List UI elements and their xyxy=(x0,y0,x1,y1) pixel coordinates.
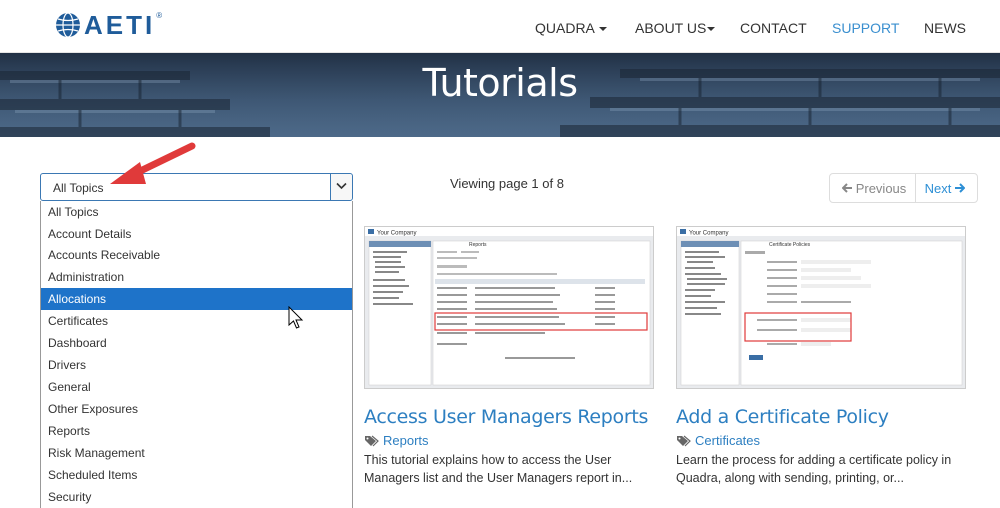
nav-contact[interactable]: CONTACT xyxy=(740,20,807,36)
aeti-logo[interactable]: AETI ® xyxy=(55,10,162,40)
topic-option[interactable]: Risk Management xyxy=(41,442,352,464)
pagination: Previous Next xyxy=(829,173,978,203)
thumb-heading: Reports xyxy=(469,242,487,248)
tutorial-tag[interactable]: Reports xyxy=(364,433,429,448)
next-button[interactable]: Next xyxy=(916,174,977,202)
bar-chart-icon xyxy=(368,229,374,234)
topic-option[interactable]: Accounts Receivable xyxy=(41,244,352,266)
thumb-app-name: Your Company xyxy=(689,231,728,237)
red-annotation-arrow-icon xyxy=(110,142,196,184)
next-label: Next xyxy=(924,180,952,196)
topic-select-value: All Topics xyxy=(53,181,104,195)
topic-option[interactable]: Scheduled Items xyxy=(41,464,352,486)
certificate-screenshot-thumbnail: Your Company Certificate Policies xyxy=(677,227,965,388)
nav-quadra[interactable]: QUADRA xyxy=(535,20,607,36)
topic-option[interactable]: Certificates xyxy=(41,310,352,332)
nav-about-us-label: ABOUT US xyxy=(635,20,707,36)
nav-news[interactable]: NEWS xyxy=(924,20,966,36)
logo-text: AETI xyxy=(84,9,156,40)
topic-dropdown-list: All Topics Account Details Accounts Rece… xyxy=(40,201,353,508)
logo-registered-mark: ® xyxy=(156,10,163,20)
topic-option[interactable]: Administration xyxy=(41,266,352,288)
topic-option-highlighted[interactable]: Allocations xyxy=(41,288,352,310)
topic-option[interactable]: General xyxy=(41,376,352,398)
tags-icon xyxy=(677,435,691,446)
tutorial-thumbnail[interactable]: Your Company Reports xyxy=(364,226,654,389)
topic-option[interactable]: Reports xyxy=(41,420,352,442)
tutorial-description: This tutorial explains how to access the… xyxy=(364,453,633,485)
select-toggle-button[interactable] xyxy=(330,174,352,200)
globe-icon xyxy=(56,12,80,38)
reports-screenshot-thumbnail: Your Company Reports xyxy=(365,227,653,388)
tutorial-tag-label: Certificates xyxy=(695,433,761,448)
topic-option[interactable]: Dashboard xyxy=(41,332,352,354)
hero-banner: Tutorials xyxy=(0,53,1000,137)
tags-icon xyxy=(365,435,379,446)
thumb-heading: Certificate Policies xyxy=(769,242,811,248)
tutorial-tag[interactable]: Certificates xyxy=(676,433,760,448)
page-title: Tutorials xyxy=(422,61,579,105)
topic-option[interactable]: Other Exposures xyxy=(41,398,352,420)
mouse-pointer-icon xyxy=(288,306,304,329)
topic-option[interactable]: Account Details xyxy=(41,223,352,245)
topic-option[interactable]: Drivers xyxy=(41,354,352,376)
previous-button[interactable]: Previous xyxy=(830,174,916,202)
caret-down-icon xyxy=(598,27,607,32)
topic-option[interactable]: All Topics xyxy=(41,201,352,223)
previous-label: Previous xyxy=(855,180,907,196)
arrow-right-icon xyxy=(955,183,966,193)
site-header: AETI ® QUADRA ABOUT US CONTACT SUPPORT N… xyxy=(0,0,1000,53)
tutorial-title-link[interactable]: Access User Managers Reports xyxy=(364,406,648,428)
tutorial-title-link[interactable]: Add a Certificate Policy xyxy=(676,406,889,428)
thumb-app-name: Your Company xyxy=(377,231,416,237)
chevron-down-icon xyxy=(336,182,347,190)
nav-support[interactable]: SUPPORT xyxy=(832,20,899,36)
arrow-left-icon xyxy=(841,183,852,193)
bar-chart-icon xyxy=(680,229,686,234)
page-indicator: Viewing page 1 of 8 xyxy=(450,176,564,191)
tutorial-description: Learn the process for adding a certifica… xyxy=(676,453,952,485)
tutorial-tag-label: Reports xyxy=(383,433,429,448)
caret-down-icon xyxy=(707,27,716,32)
nav-about-us[interactable]: ABOUT US xyxy=(635,20,716,36)
nav-quadra-label: QUADRA xyxy=(535,20,595,36)
topic-option[interactable]: Security xyxy=(41,486,352,508)
tutorial-thumbnail[interactable]: Your Company Certificate Policies xyxy=(676,226,966,389)
